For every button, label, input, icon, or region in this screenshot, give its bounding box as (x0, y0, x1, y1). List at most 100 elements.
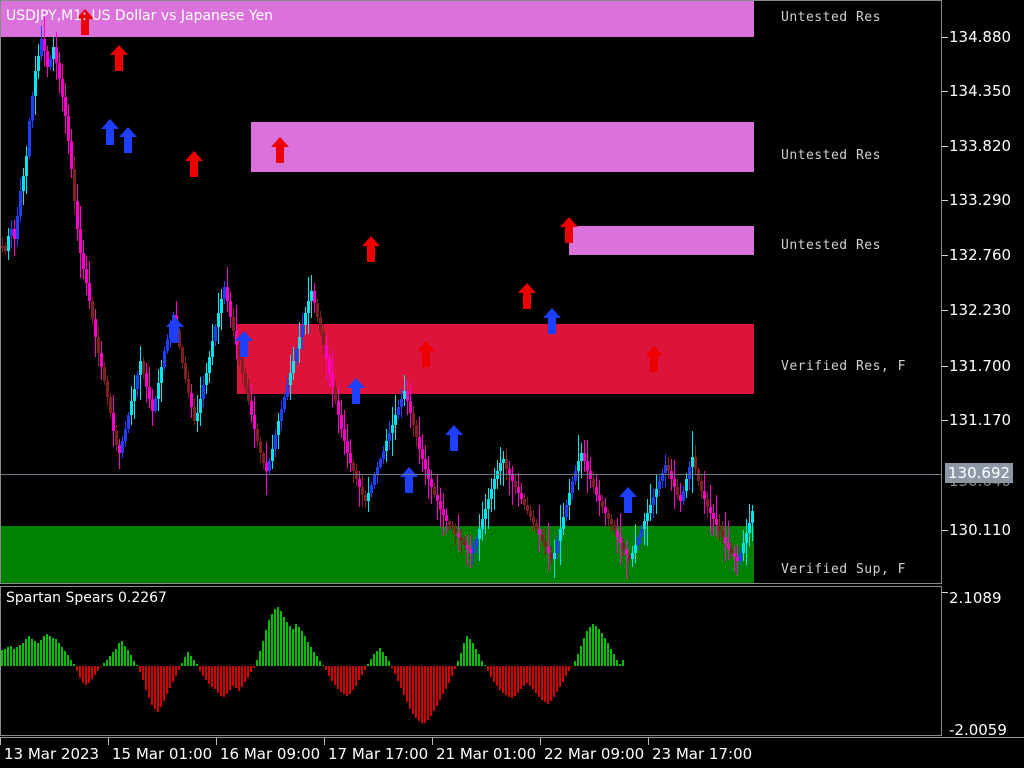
time-tick (648, 738, 649, 745)
histogram-bar (172, 666, 174, 683)
histogram-bar (595, 626, 597, 666)
histogram-bar (31, 638, 33, 666)
histogram-bar (10, 645, 12, 666)
histogram-bar (550, 666, 552, 701)
histogram-bar (265, 630, 267, 666)
zone-label-verified-res: Verified Res, F (781, 359, 906, 374)
zone-label-untested-res-2: Untested Res (781, 148, 881, 163)
histogram-bar (253, 666, 255, 668)
histogram-bar (553, 666, 555, 697)
time-axis[interactable]: 13 Mar 2023 15 Mar 01:00 16 Mar 09:00 17 Ma… (0, 737, 1024, 768)
histogram-bar (601, 633, 603, 666)
histogram-bar (397, 666, 399, 682)
histogram-bar (115, 648, 117, 666)
histogram-bar (379, 648, 381, 666)
histogram-bar (340, 666, 342, 693)
histogram-bar (487, 666, 489, 672)
histogram-bar (157, 666, 159, 712)
histogram-bar (367, 664, 369, 666)
histogram-bar (268, 620, 270, 666)
time-tick-label: 22 Mar 09:00 (544, 745, 645, 763)
candle-wick (359, 470, 360, 507)
histogram-bar (211, 666, 213, 687)
candle-wick (467, 534, 468, 566)
histogram-bar (337, 666, 339, 690)
histogram-bar (28, 635, 30, 666)
price-chart-pane[interactable]: USDJPY,M1: US Dollar vs Japanese Yen Unt… (0, 0, 942, 584)
indicator-pane[interactable]: Spartan Spears 0.2267 (0, 586, 942, 736)
histogram-bar (217, 666, 219, 693)
zone-label-verified-sup: Verified Sup, F (781, 562, 906, 577)
histogram-bar (280, 611, 282, 666)
histogram-bar (238, 666, 240, 691)
histogram-bar (616, 660, 618, 666)
histogram-bar (256, 660, 258, 666)
price-axis[interactable]: 134.880 134.350 133.820 133.290 132.760 132.2… (942, 0, 1024, 739)
histogram-bar (37, 642, 39, 666)
histogram-bar (112, 652, 114, 666)
histogram-bar (175, 666, 177, 677)
histogram-bar (319, 660, 321, 666)
histogram-bar (538, 666, 540, 697)
histogram-bar (136, 664, 138, 666)
histogram-bar (163, 666, 165, 701)
price-plot-area[interactable] (1, 1, 941, 583)
histogram-bar (127, 649, 129, 666)
time-tick (432, 738, 433, 745)
histogram-bar (7, 646, 9, 666)
histogram-bar (430, 666, 432, 716)
histogram-bar (208, 666, 210, 684)
histogram-bar (247, 666, 249, 678)
histogram-bar (196, 664, 198, 666)
histogram-bar (358, 666, 360, 681)
current-price-label[interactable]: 130.692 (945, 463, 1014, 483)
histogram-bar (400, 666, 402, 688)
histogram-bar (52, 637, 54, 666)
histogram-bar (508, 666, 510, 697)
histogram-bar (154, 666, 156, 710)
histogram-bar (565, 666, 567, 677)
histogram-bar (91, 666, 93, 679)
histogram-bar (76, 666, 78, 672)
histogram-bar (181, 662, 183, 666)
histogram-bar (523, 666, 525, 687)
time-tick-label: 21 Mar 01:00 (436, 745, 537, 763)
histogram-bar (415, 666, 417, 719)
time-tick (324, 738, 325, 745)
candle-wick (509, 461, 510, 495)
histogram-bar (226, 666, 228, 694)
histogram-bar (202, 666, 204, 676)
histogram-bar (142, 666, 144, 681)
histogram-bar (403, 666, 405, 695)
chart-title: USDJPY,M1: US Dollar vs Japanese Yen (6, 8, 274, 24)
histogram-bar (466, 635, 468, 666)
price-tick-label: 131.170 (949, 411, 1012, 429)
histogram-bar (46, 633, 48, 666)
histogram-bar (352, 666, 354, 691)
candle-wick (635, 523, 636, 564)
histogram-bar (571, 666, 573, 668)
histogram-bar (493, 666, 495, 683)
histogram-bar (145, 666, 147, 690)
histogram-bar (598, 628, 600, 666)
histogram-bar (517, 666, 519, 693)
histogram-bar (19, 645, 21, 666)
price-tick (942, 200, 948, 201)
histogram-bar (124, 645, 126, 666)
candle (751, 1, 754, 583)
histogram-bar (448, 666, 450, 683)
candle-wick (734, 545, 735, 572)
histogram-bar (109, 656, 111, 666)
histogram-bar (313, 651, 315, 666)
time-tick-label: 15 Mar 01:00 (112, 745, 213, 763)
histogram-bar (43, 636, 45, 666)
histogram-bar (607, 642, 609, 666)
histogram-bar (223, 666, 225, 698)
histogram-bar (250, 666, 252, 673)
histogram-bar (499, 666, 501, 690)
histogram-bar (364, 666, 366, 671)
time-tick (540, 738, 541, 745)
histogram-bar (328, 666, 330, 676)
price-tick-label: 132.760 (949, 246, 1012, 264)
histogram-bar (85, 666, 87, 686)
